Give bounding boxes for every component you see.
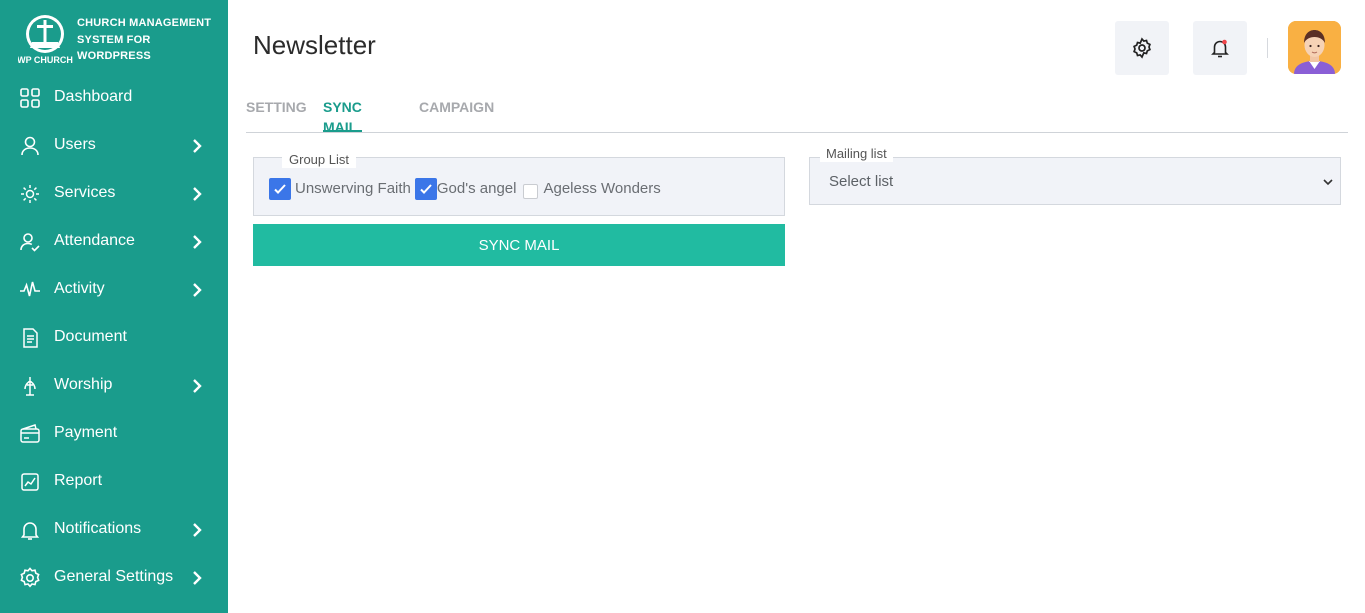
page-title: Newsletter xyxy=(253,30,376,60)
sidebar-item-label: Activity xyxy=(54,280,105,297)
mailing-list-legend: Mailing list xyxy=(820,146,893,162)
group-checkbox-ageless-wonders[interactable] xyxy=(523,183,539,199)
brand-line-1: CHURCH MANAGEMENT xyxy=(77,17,212,29)
sidebar-item-users[interactable]: Users xyxy=(0,122,228,170)
sidebar-item-notifications[interactable]: Notifications xyxy=(0,506,228,554)
group-option-label: God's angel xyxy=(436,180,517,197)
sidebar-nav: Dashboard Users Services Attendance Acti… xyxy=(0,74,228,602)
sidebar-item-document[interactable]: Document xyxy=(0,314,228,362)
chevron-right-icon xyxy=(190,282,204,298)
chevron-down-icon xyxy=(1322,175,1334,187)
notifications-button[interactable] xyxy=(1193,21,1247,75)
group-list-fieldset: Group List Unswerving Faith God's angel … xyxy=(253,152,785,216)
sidebar-item-payment[interactable]: Payment xyxy=(0,410,228,458)
brand-logo-text: WP CHURCH xyxy=(18,55,73,65)
sidebar-item-label: General Settings xyxy=(54,568,174,585)
brand-name: CHURCH MANAGEMENT SYSTEM FOR WORDPRESS xyxy=(77,15,211,65)
user-icon xyxy=(19,135,41,157)
sidebar-item-worship[interactable]: Worship xyxy=(0,362,228,410)
church-logo-icon: WP CHURCH xyxy=(17,12,74,66)
group-option-label: Unswerving Faith xyxy=(295,180,411,197)
sidebar-item-label: Report xyxy=(54,472,103,489)
sidebar-item-label: Users xyxy=(54,136,96,153)
tab-divider xyxy=(246,132,1348,133)
sync-mail-button[interactable]: SYNC MAIL xyxy=(253,224,785,266)
sidebar-item-label: Notifications xyxy=(54,520,142,537)
bell-icon xyxy=(19,519,41,541)
group-checkbox-unswerving-faith[interactable] xyxy=(269,178,291,200)
attendance-icon xyxy=(19,231,41,253)
report-icon xyxy=(19,471,41,493)
chevron-right-icon xyxy=(190,522,204,538)
tab-sync-mail[interactable]: SYNC MAIL xyxy=(323,97,362,135)
sidebar-item-label: Services xyxy=(54,184,116,201)
tab-campaign[interactable]: CAMPAIGN xyxy=(419,97,494,132)
sidebar-item-attendance[interactable]: Attendance xyxy=(0,218,228,266)
payment-icon xyxy=(19,423,41,445)
chevron-right-icon xyxy=(190,570,204,586)
sidebar-item-services[interactable]: Services xyxy=(0,170,228,218)
settings-button[interactable] xyxy=(1115,21,1169,75)
check-icon xyxy=(274,184,286,194)
sidebar-item-activity[interactable]: Activity xyxy=(0,266,228,314)
brand-line-2: SYSTEM FOR xyxy=(77,33,151,46)
user-avatar-icon xyxy=(1288,21,1341,74)
sidebar-item-label: Payment xyxy=(54,424,118,441)
sidebar-item-label: Attendance xyxy=(54,232,135,249)
sidebar-item-report[interactable]: Report xyxy=(0,458,228,506)
document-icon xyxy=(19,327,41,349)
group-option-label: Ageless Wonders xyxy=(543,180,661,197)
brand[interactable]: WP CHURCH CHURCH MANAGEMENT SYSTEM FOR W… xyxy=(17,12,218,68)
gear-icon xyxy=(1133,37,1151,59)
activity-icon xyxy=(19,279,41,301)
mailing-list-select[interactable]: Select list xyxy=(829,173,893,190)
worship-icon xyxy=(19,375,41,397)
sidebar-item-label: Document xyxy=(54,328,127,345)
mailing-list-fieldset[interactable]: Mailing list Select list xyxy=(809,146,1341,205)
sidebar-item-label: Worship xyxy=(54,376,113,393)
sidebar: WP CHURCH CHURCH MANAGEMENT SYSTEM FOR W… xyxy=(0,0,228,613)
brand-line-3: WORDPRESS xyxy=(77,50,151,62)
header-divider xyxy=(1267,38,1268,58)
tab-setting[interactable]: SETTING xyxy=(246,97,307,132)
check-icon xyxy=(420,184,432,194)
group-list-options: Unswerving Faith God's angel Ageless Won… xyxy=(269,178,661,200)
gear-icon xyxy=(19,567,41,589)
chevron-right-icon xyxy=(190,138,204,154)
group-list-legend: Group List xyxy=(282,152,356,168)
app-root: WP CHURCH CHURCH MANAGEMENT SYSTEM FOR W… xyxy=(0,0,1365,613)
sidebar-item-label: Dashboard xyxy=(54,88,133,105)
chevron-right-icon xyxy=(190,186,204,202)
chevron-right-icon xyxy=(190,378,204,394)
group-checkbox-gods-angel[interactable] xyxy=(414,178,437,200)
sidebar-item-dashboard[interactable]: Dashboard xyxy=(0,74,228,122)
dashboard-icon xyxy=(19,87,41,109)
sidebar-item-general-settings[interactable]: General Settings xyxy=(0,554,228,602)
services-icon xyxy=(19,183,41,205)
bell-icon xyxy=(1211,39,1229,58)
avatar[interactable] xyxy=(1288,21,1341,74)
chevron-right-icon xyxy=(190,234,204,250)
